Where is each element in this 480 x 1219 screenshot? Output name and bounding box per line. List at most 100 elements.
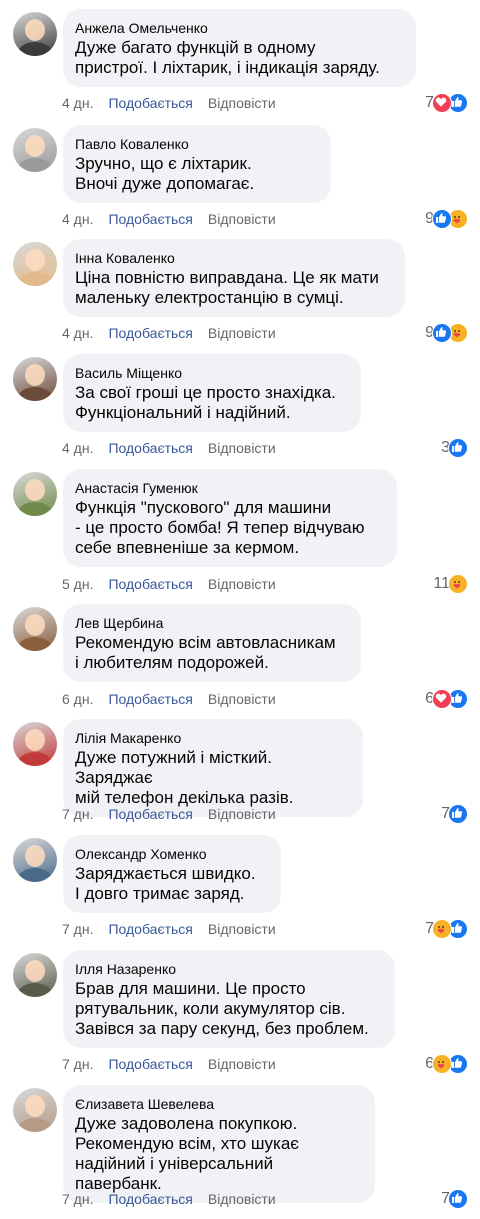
comment-text: Ціна повністю виправдана. Це як мати мал… [75,268,379,307]
comment-text: Дуже багато функцій в одному пристрої. І… [75,38,380,77]
reaction-summary[interactable]: 9 [425,323,468,343]
comment-actions: 7 дн. Подобається Відповісти [62,921,276,937]
reaction-summary[interactable]: 6 [425,689,468,709]
comment-bubble: Анастасія Гуменюк Функція "пускового" для… [63,469,397,567]
like-link[interactable]: Подобається [108,921,192,937]
comment-text: Заряджається швидко. І довго тримає заря… [75,864,256,903]
comment-bubble: Ілля Назаренко Брав для машини. Це просто… [63,950,395,1048]
avatar[interactable] [13,838,57,882]
like-link[interactable]: Подобається [108,211,192,227]
reaction-summary[interactable]: 7 [441,804,468,824]
comments-feed: Анжела Омельченко Дуже багато функцій в о… [0,0,480,1219]
reaction-summary[interactable]: 6 [425,1054,468,1074]
avatar[interactable] [13,242,57,286]
like-icon [448,804,468,824]
comment-bubble: Лев Щербина Рекомендую всім автовласникам… [63,604,361,682]
reply-link[interactable]: Відповісти [208,95,276,111]
love-icon [432,93,452,113]
like-link[interactable]: Подобається [108,1056,192,1072]
reply-link[interactable]: Відповісти [208,211,276,227]
care-icon [432,919,452,939]
comment-actions: 7 дн. Подобається Відповісти [62,1056,276,1072]
like-link[interactable]: Подобається [108,1191,192,1207]
comment-text: Брав для машини. Це просто рятувальник, … [75,979,369,1038]
comment-time[interactable]: 4 дн. [62,325,93,341]
comment-text: Дуже задоволена покупкою. Рекомендую всі… [75,1114,299,1193]
avatar[interactable] [13,472,57,516]
comment-time[interactable]: 6 дн. [62,691,93,707]
comment-bubble: Інна Коваленко Ціна повністю виправдана. … [63,239,405,317]
comment-time[interactable]: 4 дн. [62,211,93,227]
comment-author[interactable]: Василь Міщенко [75,364,349,382]
comment-text: За свої гроші це просто знахідка. Функці… [75,383,336,422]
reaction-summary[interactable]: 11 [433,574,468,594]
comment-author[interactable]: Єлизавета Шевелева [75,1095,363,1113]
comment-author[interactable]: Анжела Омельченко [75,19,404,37]
comment-time[interactable]: 4 дн. [62,440,93,456]
reaction-summary[interactable]: 7 [425,93,468,113]
like-link[interactable]: Подобається [108,325,192,341]
like-link[interactable]: Подобається [108,576,192,592]
reply-link[interactable]: Відповісти [208,1056,276,1072]
reply-link[interactable]: Відповісти [208,440,276,456]
love-icon [432,689,452,709]
comment-author[interactable]: Інна Коваленко [75,249,393,267]
comment-actions: 4 дн. Подобається Відповісти [62,325,276,341]
reaction-summary[interactable]: 3 [441,438,468,458]
reply-link[interactable]: Відповісти [208,806,276,822]
avatar[interactable] [13,607,57,651]
comment-actions: 5 дн. Подобається Відповісти [62,576,276,592]
avatar[interactable] [13,357,57,401]
comment-time[interactable]: 4 дн. [62,95,93,111]
like-link[interactable]: Подобається [108,691,192,707]
care-icon [432,1054,452,1074]
comment-actions: 4 дн. Подобається Відповісти [62,95,276,111]
care-icon [448,574,468,594]
reaction-summary[interactable]: 7 [425,919,468,939]
comment-time[interactable]: 7 дн. [62,1056,93,1072]
like-icon [432,323,452,343]
like-link[interactable]: Подобається [108,440,192,456]
reply-link[interactable]: Відповісти [208,691,276,707]
comment-author[interactable]: Лев Щербина [75,614,349,632]
comment-text: Функція "пускового" для машини - це прос… [75,498,365,557]
like-link[interactable]: Подобається [108,95,192,111]
reply-link[interactable]: Відповісти [208,921,276,937]
comment-bubble: Лілія Макаренко Дуже потужний і місткий. … [63,719,363,817]
comment-bubble: Олександр Хоменко Заряджається швидко. І … [63,835,281,913]
reply-link[interactable]: Відповісти [208,1191,276,1207]
avatar[interactable] [13,128,57,172]
reaction-summary[interactable]: 9 [425,209,468,229]
comment-time[interactable]: 7 дн. [62,806,93,822]
comment-bubble: Василь Міщенко За свої гроші це просто зн… [63,354,361,432]
avatar[interactable] [13,1088,57,1132]
comment-text: Зручно, що є ліхтарик. Вночі дуже допома… [75,154,255,193]
comment-actions: 4 дн. Подобається Відповісти [62,211,276,227]
comment-bubble: Анжела Омельченко Дуже багато функцій в о… [63,9,416,87]
comment-actions: 4 дн. Подобається Відповісти [62,440,276,456]
avatar[interactable] [13,12,57,56]
comment-author[interactable]: Павло Коваленко [75,135,319,153]
like-icon [448,1189,468,1209]
comment-author[interactable]: Олександр Хоменко [75,845,269,863]
like-icon [432,209,452,229]
reaction-summary[interactable]: 7 [441,1189,468,1209]
avatar[interactable] [13,953,57,997]
comment-time[interactable]: 5 дн. [62,576,93,592]
comment-author[interactable]: Анастасія Гуменюк [75,479,385,497]
like-link[interactable]: Подобається [108,806,192,822]
comment-actions: 7 дн. Подобається Відповісти [62,1191,276,1207]
comment-bubble: Єлизавета Шевелева Дуже задоволена покупк… [63,1085,375,1203]
comment-bubble: Павло Коваленко Зручно, що є ліхтарик. Вн… [63,125,331,203]
comment-actions: 6 дн. Подобається Відповісти [62,691,276,707]
avatar[interactable] [13,722,57,766]
comment-time[interactable]: 7 дн. [62,921,93,937]
reply-link[interactable]: Відповісти [208,325,276,341]
comment-time[interactable]: 7 дн. [62,1191,93,1207]
comment-author[interactable]: Лілія Макаренко [75,729,351,747]
comment-text: Рекомендую всім автовласникам і любителя… [75,633,336,672]
comment-actions: 7 дн. Подобається Відповісти [62,806,276,822]
like-icon [448,438,468,458]
comment-author[interactable]: Ілля Назаренко [75,960,383,978]
reply-link[interactable]: Відповісти [208,576,276,592]
